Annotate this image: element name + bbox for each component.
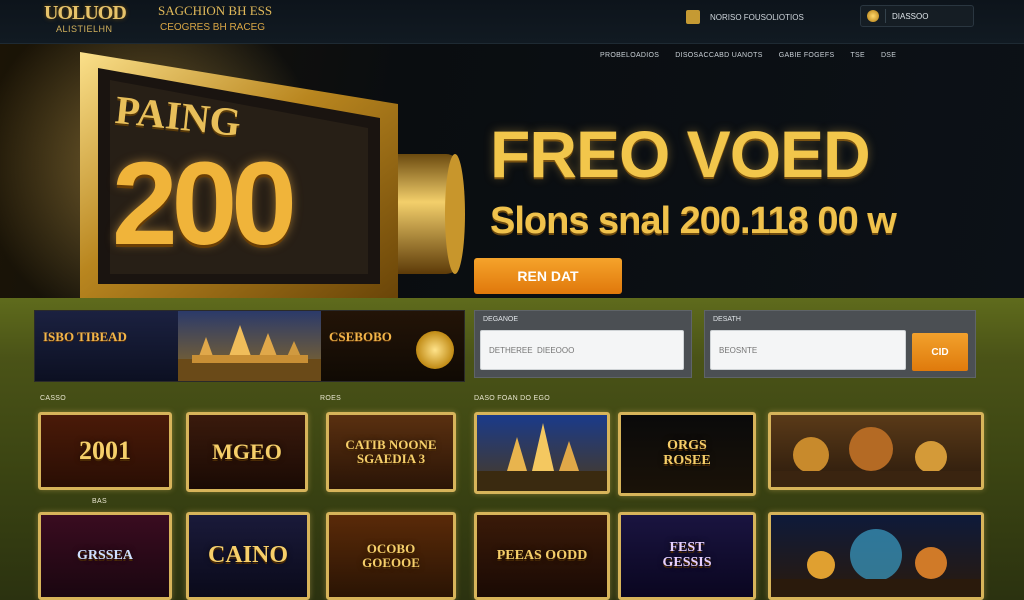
promo-strip: ISBO TIBEAD CSEBOBO [34, 310, 465, 382]
panel-label: DESATH [713, 316, 741, 323]
nav-item-3[interactable]: GABIE FOGEFS [779, 52, 835, 64]
promo-tile[interactable]: CSEBOBO [321, 311, 464, 381]
section-label: CASSO [40, 395, 67, 402]
nav-item-4[interactable]: TSE [850, 52, 865, 64]
section-label: ROES [320, 395, 342, 402]
site-logo[interactable]: UOLUOD ALISTIELHN [44, 2, 136, 38]
castle-illustration [178, 325, 321, 381]
hero-cta-button[interactable]: REN DAT [474, 258, 622, 294]
carnival-illustration [771, 529, 981, 597]
game-card[interactable]: 2001 [38, 412, 172, 490]
game-card[interactable]: CATIB NOONE SGAEDIA 3 [326, 412, 456, 492]
balance-widget[interactable]: DIASSOO [860, 5, 974, 27]
game-card[interactable]: MGEO [186, 412, 308, 492]
game-title: MGEO [212, 439, 282, 465]
game-title: OCOBO GOEOOE [362, 541, 420, 570]
game-title: 2001 [79, 436, 131, 466]
form-input-2[interactable] [710, 330, 906, 370]
game-card[interactable]: GRSSEA [38, 512, 172, 600]
header-tagline-secondary: CEOGRES BH RACEG [160, 22, 266, 33]
game-card[interactable] [768, 512, 984, 600]
coin-icon [867, 10, 879, 22]
game-title: PEEAS OODD [496, 547, 588, 563]
hero-subtitle: Slons snal 200.118 00 w [490, 200, 897, 242]
game-title: CAINO [207, 542, 288, 569]
promo-tile[interactable] [178, 311, 321, 381]
hero-banner: PAING 200 FREO VOED Slons snal 200.118 0… [0, 44, 1024, 298]
main-nav: PROBELOADIOS DISOSACCABD UANOTS GABIE FO… [600, 52, 896, 64]
balance-divider [885, 9, 886, 23]
hero-badge-number: 200 [112, 138, 297, 270]
game-title: GRSSEA [76, 547, 134, 563]
slot-machines-illustration [771, 427, 981, 487]
nav-item-2[interactable]: DISOSACCABD UANOTS [675, 52, 762, 64]
submit-button[interactable]: CID [912, 333, 968, 371]
top-bar: UOLUOD ALISTIELHN SAGCHION BH ESS CEOGRE… [0, 0, 1024, 44]
header-tagline: SAGCHION BH ESS [158, 3, 273, 18]
game-card[interactable] [474, 412, 610, 494]
balance-text: DIASSOO [892, 11, 929, 21]
section-label: BAS [92, 498, 107, 505]
hero-title: FREO VOED [490, 117, 871, 191]
user-badge-icon [686, 10, 700, 24]
game-title: FEST GESSIS [662, 540, 712, 570]
game-card[interactable] [768, 412, 984, 490]
promo-label: CSEBOBO [329, 329, 392, 344]
logo-subtitle: ALISTIELHN [56, 24, 113, 34]
game-card[interactable]: ORGS ROSEE [618, 412, 756, 496]
promo-tile[interactable]: ISBO TIBEAD [35, 311, 178, 381]
game-title: ORGS ROSEE [663, 438, 711, 468]
form-input-1[interactable] [480, 330, 684, 370]
nav-item-1[interactable]: PROBELOADIOS [600, 52, 659, 64]
game-card[interactable]: FEST GESSIS [618, 512, 756, 600]
nav-item-5[interactable]: DSE [881, 52, 896, 64]
game-card[interactable]: CAINO [186, 512, 310, 600]
game-card[interactable]: PEEAS OODD [474, 512, 610, 600]
panel-label: DEGANOE [483, 316, 519, 323]
game-title: CATIB NOONE SGAEDIA 3 [345, 437, 437, 466]
account-text: NORISO FOUSOLIOTIOS [710, 12, 804, 22]
section-label: DASO FOAN DO EGO [474, 395, 550, 402]
promo-label: ISBO TIBEAD [43, 329, 127, 344]
game-card[interactable]: OCOBO GOEOOE [326, 512, 456, 600]
logo-wordmark: UOLUOD [44, 2, 127, 24]
coin-icon [416, 331, 454, 369]
castle-illustration [477, 423, 607, 491]
account-link[interactable]: NORISO FOUSOLIOTIOS [686, 9, 804, 25]
